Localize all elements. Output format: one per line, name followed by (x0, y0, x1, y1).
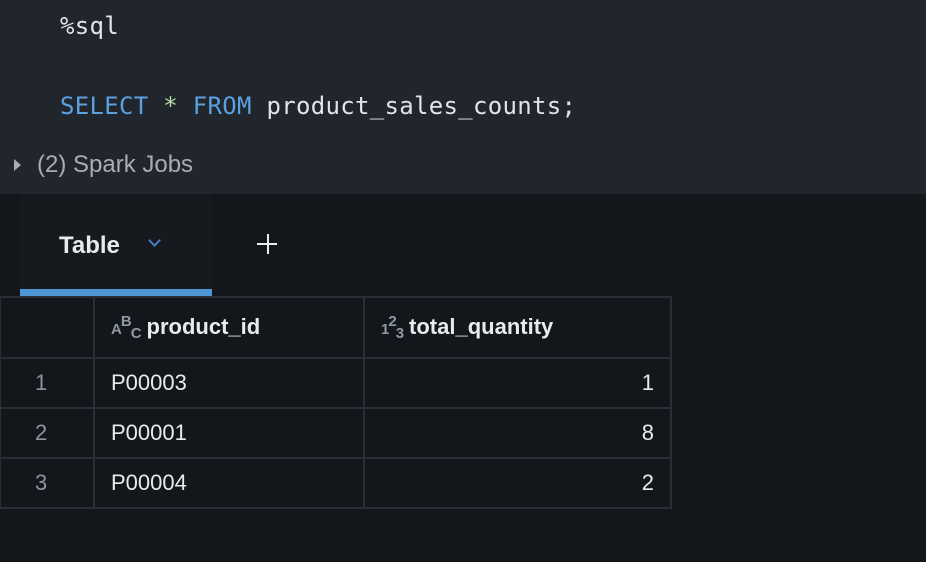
table-row: 3 P00004 2 (0, 457, 672, 509)
tab-table-label: Table (59, 232, 120, 259)
spark-jobs-toggle[interactable]: (2) Spark Jobs (14, 151, 193, 179)
spark-jobs-label: (2) Spark Jobs (37, 151, 194, 178)
caret-right-icon (14, 159, 21, 171)
row-number-header (0, 296, 95, 359)
cell-product-id[interactable]: P00004 (93, 457, 365, 509)
add-visualization-plus-icon[interactable] (256, 232, 280, 256)
sql-query: SELECT * FROM product_sales_counts; (60, 92, 576, 120)
table-name: product_sales_counts; (266, 92, 577, 120)
cell-total-quantity[interactable]: 2 (363, 457, 672, 509)
row-number: 3 (0, 457, 95, 509)
code-editor[interactable]: %sql SELECT * FROM product_sales_counts;… (0, 0, 926, 194)
string-type-icon: ABC (111, 313, 142, 342)
cell-total-quantity[interactable]: 1 (363, 357, 672, 409)
table-header-row: ABC product_id 123 total_quantity (0, 296, 672, 359)
magic-command: %sql (60, 12, 119, 40)
column-name: total_quantity (409, 314, 554, 339)
number-type-icon: 123 (381, 313, 404, 342)
cell-product-id[interactable]: P00003 (93, 357, 365, 409)
star-operator: * (163, 92, 178, 120)
chevron-down-icon[interactable] (148, 234, 161, 247)
results-table: ABC product_id 123 total_quantity 1 P00003… (0, 296, 672, 509)
tab-table[interactable]: Table (20, 194, 212, 296)
cell-product-id[interactable]: P00001 (93, 407, 365, 459)
active-tab-indicator (20, 289, 212, 296)
cell-total-quantity[interactable]: 8 (363, 407, 672, 459)
table-row: 1 P00003 1 (0, 357, 672, 409)
keyword-from: FROM (192, 92, 252, 120)
table-row: 2 P00001 8 (0, 407, 672, 459)
column-name: product_id (146, 314, 261, 339)
keyword-select: SELECT (60, 92, 149, 120)
column-header-product-id[interactable]: ABC product_id (93, 296, 365, 359)
row-number: 2 (0, 407, 95, 459)
column-header-total-quantity[interactable]: 123 total_quantity (363, 296, 672, 359)
row-number: 1 (0, 357, 95, 409)
